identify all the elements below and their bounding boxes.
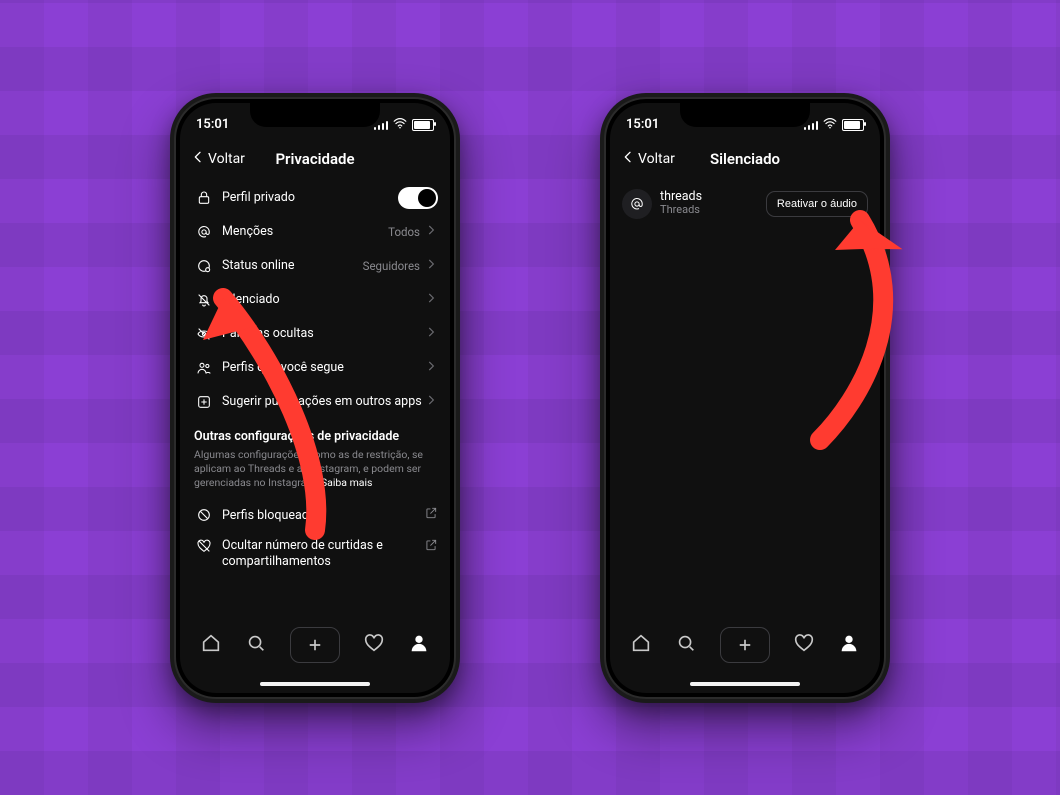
- row-label: Perfis que você segue: [216, 360, 424, 375]
- back-label: Voltar: [208, 151, 245, 167]
- row-mentions[interactable]: Menções Todos: [192, 215, 438, 249]
- toggle-on[interactable]: [398, 187, 438, 209]
- battery-icon: [842, 119, 864, 131]
- section-title: Outras configurações de privacidade: [194, 429, 399, 444]
- at-icon: [192, 224, 216, 240]
- muted-username[interactable]: threads: [660, 190, 766, 204]
- chevron-right-icon: [424, 223, 438, 241]
- row-value: Seguidores: [363, 259, 420, 273]
- unmute-button[interactable]: Reativar o áudio: [766, 191, 868, 217]
- chevron-right-icon: [424, 291, 438, 309]
- row-label: Sugerir publicações em outros apps: [216, 394, 424, 409]
- row-label: Palavras ocultas: [216, 326, 424, 341]
- back-button[interactable]: Voltar: [620, 149, 675, 169]
- row-label: Perfis bloqueados: [216, 508, 424, 523]
- back-button[interactable]: Voltar: [190, 149, 245, 169]
- row-label: Menções: [216, 224, 388, 239]
- tab-home[interactable]: [200, 632, 222, 658]
- tab-compose[interactable]: [290, 627, 340, 663]
- learn-more-link[interactable]: Saiba mais: [321, 476, 373, 489]
- row-online-status[interactable]: Status online Seguidores: [192, 249, 438, 283]
- wifi-icon: [823, 117, 837, 133]
- heart-off-icon: [192, 538, 216, 554]
- row-blocked-profiles[interactable]: Perfis bloqueados: [192, 498, 438, 532]
- row-private-profile[interactable]: Perfil privado: [192, 181, 438, 215]
- notch: [250, 103, 380, 127]
- tab-search[interactable]: [245, 632, 267, 658]
- wifi-icon: [393, 117, 407, 133]
- back-label: Voltar: [638, 151, 675, 167]
- tab-profile[interactable]: [408, 632, 430, 658]
- row-label: Silenciado: [216, 292, 424, 307]
- nav-bar: Voltar Privacidade: [180, 139, 450, 179]
- section-description: Algumas configurações, como as de restri…: [194, 448, 436, 491]
- lock-icon: [192, 190, 216, 206]
- row-label: Status online: [216, 258, 363, 273]
- muted-display-name: Threads: [660, 204, 766, 217]
- chevron-right-icon: [424, 257, 438, 275]
- phone-right: 15:01 Voltar Silenciado t: [600, 93, 890, 703]
- tab-activity[interactable]: [363, 632, 385, 658]
- tab-home[interactable]: [630, 632, 652, 658]
- avatar[interactable]: [622, 189, 652, 219]
- battery-icon: [412, 119, 434, 131]
- notch: [680, 103, 810, 127]
- eye-off-icon: [192, 326, 216, 342]
- home-indicator[interactable]: [260, 682, 370, 686]
- tab-compose[interactable]: [720, 627, 770, 663]
- row-muted[interactable]: Silenciado: [192, 283, 438, 317]
- clock: 15:01: [626, 117, 659, 132]
- row-suggest-other-apps[interactable]: Sugerir publicações em outros apps: [192, 385, 438, 419]
- bell-off-icon: [192, 292, 216, 308]
- chevron-left-icon: [620, 149, 636, 169]
- row-label: Ocultar número de curtidas e compartilha…: [216, 538, 424, 569]
- tab-search[interactable]: [675, 632, 697, 658]
- row-hidden-words[interactable]: Palavras ocultas: [192, 317, 438, 351]
- tab-bar: [180, 621, 450, 669]
- clock: 15:01: [196, 117, 229, 132]
- chevron-left-icon: [190, 149, 206, 169]
- row-following-profiles[interactable]: Perfis que você segue: [192, 351, 438, 385]
- row-value: Todos: [388, 225, 420, 239]
- share-other-apps-icon: [192, 394, 216, 410]
- muted-list-item: threads Threads Reativar o áudio: [622, 181, 868, 227]
- phone-left: 15:01 Voltar Privacidade Perfil privado: [170, 93, 460, 703]
- tab-bar: [610, 621, 880, 669]
- external-link-icon: [424, 506, 438, 524]
- home-indicator[interactable]: [690, 682, 800, 686]
- chevron-right-icon: [424, 325, 438, 343]
- tab-profile[interactable]: [838, 632, 860, 658]
- blocked-icon: [192, 507, 216, 523]
- chevron-right-icon: [424, 393, 438, 411]
- online-status-icon: [192, 258, 216, 274]
- chevron-right-icon: [424, 359, 438, 377]
- nav-bar: Voltar Silenciado: [610, 139, 880, 179]
- tab-activity[interactable]: [793, 632, 815, 658]
- row-label: Perfil privado: [216, 190, 398, 205]
- users-icon: [192, 360, 216, 376]
- external-link-icon: [424, 538, 438, 556]
- row-hide-likes[interactable]: Ocultar número de curtidas e compartilha…: [192, 532, 438, 575]
